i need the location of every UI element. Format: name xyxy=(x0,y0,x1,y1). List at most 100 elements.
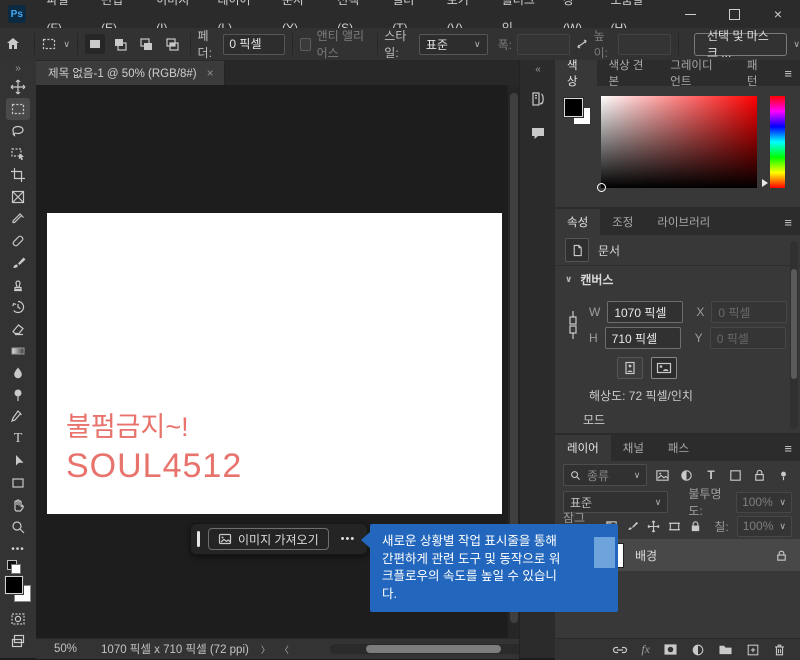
lasso-tool[interactable] xyxy=(6,120,30,142)
tool-preset[interactable]: ∨ xyxy=(41,36,70,52)
object-selection-tool[interactable] xyxy=(6,142,30,164)
delete-layer-icon[interactable] xyxy=(773,643,786,657)
tab-properties[interactable]: 속성 xyxy=(555,209,601,235)
lock-all-icon[interactable] xyxy=(689,520,702,533)
portrait-orientation-icon[interactable] xyxy=(617,357,643,379)
scroll-left-icon[interactable]: 〈 xyxy=(280,643,289,656)
zoom-tool[interactable] xyxy=(6,516,30,538)
status-popup-icon[interactable]: 〉 xyxy=(261,643,270,656)
filter-type-layers-icon[interactable]: T xyxy=(703,466,720,485)
clone-stamp-tool[interactable] xyxy=(6,274,30,296)
minimize-button[interactable] xyxy=(668,0,712,28)
spot-healing-brush-tool[interactable] xyxy=(6,230,30,252)
filter-adjustment-layers-icon[interactable] xyxy=(678,466,695,485)
taskbar-grip-handle[interactable] xyxy=(197,531,200,547)
style-select[interactable]: 표준 ∨ xyxy=(418,33,488,55)
filter-toggle-icon[interactable] xyxy=(775,466,792,485)
default-swap-colors-icon[interactable] xyxy=(5,560,31,574)
layer-style-icon[interactable]: fx xyxy=(641,642,650,657)
layer-name[interactable]: 배경 xyxy=(635,547,657,564)
eyedropper-tool[interactable] xyxy=(6,208,30,230)
foreground-color-swatch[interactable] xyxy=(4,575,24,595)
antialias-checkbox[interactable] xyxy=(300,37,311,51)
filter-shape-layers-icon[interactable] xyxy=(727,466,744,485)
new-selection-icon[interactable] xyxy=(84,34,105,54)
close-document-icon[interactable]: × xyxy=(207,66,214,80)
more-options-icon[interactable]: ••• xyxy=(337,533,360,545)
select-and-mask-button[interactable]: 선택 및 마스크 ... xyxy=(693,29,788,60)
type-tool[interactable]: T xyxy=(6,428,30,450)
panel-menu-icon[interactable]: ≡ xyxy=(776,60,800,86)
history-brush-tool[interactable] xyxy=(6,296,30,318)
edit-toolbar-icon[interactable]: ••• xyxy=(6,538,30,560)
pen-tool[interactable] xyxy=(6,406,30,428)
maximize-button[interactable] xyxy=(712,0,756,28)
rectangle-tool[interactable] xyxy=(6,472,30,494)
hand-tool[interactable] xyxy=(6,494,30,516)
rectangular-marquee-tool[interactable] xyxy=(6,98,30,120)
intersect-selection-icon[interactable] xyxy=(163,34,183,54)
tab-adjustments[interactable]: 조정 xyxy=(600,209,645,235)
lock-position-icon[interactable] xyxy=(647,520,660,533)
brush-tool[interactable] xyxy=(6,252,30,274)
frame-tool[interactable] xyxy=(6,186,30,208)
color-panel-swatches[interactable] xyxy=(563,97,594,132)
adjustment-layer-icon[interactable] xyxy=(691,643,705,657)
crop-tool[interactable] xyxy=(6,164,30,186)
collapse-toolbar-icon[interactable]: » xyxy=(0,60,36,76)
canvas-height-input[interactable]: 710 픽셀 xyxy=(604,327,681,349)
document-tab[interactable]: 제목 없음-1 @ 50% (RGB/8#) × xyxy=(36,61,225,85)
history-panel-icon[interactable] xyxy=(525,86,551,112)
landscape-orientation-icon[interactable] xyxy=(651,357,677,379)
layer-filter-select[interactable]: 종류 ∨ xyxy=(563,464,648,486)
import-image-button[interactable]: 이미지 가져오기 xyxy=(208,528,329,550)
hue-slider-arrow[interactable] xyxy=(762,179,768,187)
tab-libraries[interactable]: 라이브러리 xyxy=(645,209,722,235)
tab-paths[interactable]: 패스 xyxy=(656,435,701,461)
canvas-width-input[interactable]: 1070 픽셀 xyxy=(607,301,684,323)
screen-mode-icon[interactable] xyxy=(6,630,30,652)
panel-menu-icon[interactable]: ≡ xyxy=(776,209,800,235)
color-field-cursor[interactable] xyxy=(597,183,606,192)
zoom-level[interactable]: 50% xyxy=(54,643,77,655)
lock-artboard-icon[interactable] xyxy=(668,520,681,533)
tab-channels[interactable]: 채널 xyxy=(611,435,656,461)
link-dimensions-icon[interactable] xyxy=(575,37,589,51)
eraser-tool[interactable] xyxy=(6,318,30,340)
feather-input[interactable]: 0 픽셀 xyxy=(223,33,286,55)
filter-smart-objects-icon[interactable] xyxy=(751,466,768,485)
link-layers-icon[interactable] xyxy=(612,643,628,657)
canvas-section-header[interactable]: ∨ 캔버스 xyxy=(555,266,800,292)
tab-layers[interactable]: 레이어 xyxy=(555,435,611,461)
canvas-horizontal-scrollbar[interactable] xyxy=(330,644,545,654)
add-mask-icon[interactable] xyxy=(663,643,678,656)
tab-gradients[interactable]: 그레이디언트 xyxy=(658,60,735,88)
expand-panels-icon[interactable]: « xyxy=(535,60,541,78)
quick-mask-icon[interactable] xyxy=(6,608,30,630)
filter-pixel-layers-icon[interactable] xyxy=(654,466,671,485)
properties-scrollbar[interactable] xyxy=(790,241,798,429)
chevron-down-icon[interactable]: ∨ xyxy=(793,39,800,50)
saturation-brightness-field[interactable] xyxy=(597,96,757,192)
new-layer-icon[interactable] xyxy=(746,643,760,657)
contextual-task-bar[interactable]: 이미지 가져오기 ••• xyxy=(190,523,369,555)
tab-swatches[interactable]: 색상 견본 xyxy=(597,60,659,88)
lock-pixels-icon[interactable] xyxy=(626,520,639,533)
new-group-icon[interactable] xyxy=(718,643,733,656)
gradient-tool[interactable] xyxy=(6,340,30,362)
comments-panel-icon[interactable] xyxy=(525,120,551,146)
hue-slider[interactable] xyxy=(770,96,785,188)
move-tool[interactable] xyxy=(6,76,30,98)
add-to-selection-icon[interactable] xyxy=(111,34,131,54)
subtract-from-selection-icon[interactable] xyxy=(137,34,157,54)
foreground-background-swatches[interactable] xyxy=(4,575,31,602)
blur-tool[interactable] xyxy=(6,362,30,384)
link-wh-icon[interactable] xyxy=(567,305,579,345)
close-button[interactable]: × xyxy=(756,0,800,28)
tab-patterns[interactable]: 패턴 xyxy=(735,60,777,88)
panel-menu-icon[interactable]: ≡ xyxy=(776,435,800,461)
home-icon[interactable] xyxy=(0,36,27,52)
document-canvas[interactable]: 불펌금지~! SOUL4512 xyxy=(47,213,502,514)
tab-color[interactable]: 색상 xyxy=(555,60,597,88)
path-selection-tool[interactable] xyxy=(6,450,30,472)
